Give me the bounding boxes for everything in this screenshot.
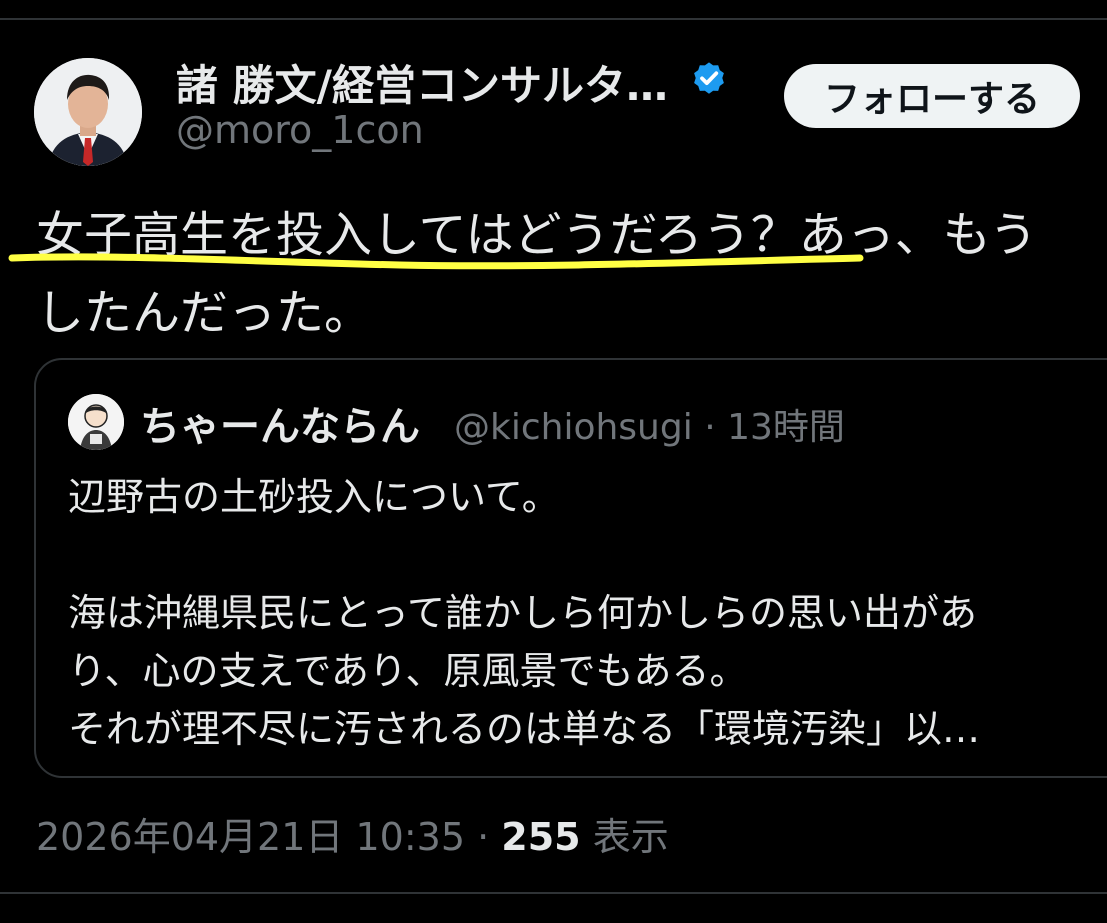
quoted-meta: @kichiohsugi · 13時間	[454, 398, 845, 450]
tweet-text-line: 女子高生を投入してはどうだろう？あっ、もう	[36, 207, 1038, 263]
tweet-text: 女子高生を投入してはどうだろう？あっ、もう したんだった。	[36, 196, 1107, 352]
verified-badge-icon[interactable]	[690, 60, 728, 98]
quoted-time-ago[interactable]: 13時間	[727, 407, 845, 448]
tweet-timestamp[interactable]: 2026年04月21日 10:35	[36, 815, 465, 859]
quoted-author-avatar[interactable]	[68, 394, 124, 450]
quoted-author-handle[interactable]: @kichiohsugi	[454, 407, 693, 448]
quoted-text-line: り、心の支えであり、原風景でもある。	[68, 649, 748, 693]
quoted-text-line: それが理不尽に汚されるのは単なる「環境汚染」以…	[68, 707, 981, 751]
views-label: 表示	[592, 815, 669, 859]
meta-separator: ·	[477, 815, 490, 859]
quoted-tweet-text: 辺野古の土砂投入について。 海は沖縄県民にとって誰かしら何かしらの思い出があ り…	[68, 468, 1107, 758]
author-avatar[interactable]	[34, 58, 142, 166]
bottom-divider	[0, 892, 1107, 894]
quoted-meta-separator: ·	[704, 407, 716, 448]
quoted-avatar-image	[68, 394, 124, 450]
views-count: 255	[501, 815, 581, 859]
quoted-text-line: 辺野古の土砂投入について。	[68, 475, 560, 519]
follow-button[interactable]: フォローする	[784, 64, 1080, 128]
quoted-text-line	[68, 526, 1107, 584]
tweet-text-line: したんだった。	[36, 285, 373, 341]
top-divider	[0, 18, 1107, 20]
author-avatar-image	[34, 58, 142, 166]
author-handle[interactable]: @moro_1con	[176, 108, 424, 152]
author-display-name[interactable]: 諸 勝文/経営コンサルタ…	[176, 52, 668, 113]
quoted-author-name[interactable]: ちゃーんならん	[140, 394, 420, 452]
quoted-tweet-card[interactable]: ちゃーんならん @kichiohsugi · 13時間 辺野古の土砂投入について…	[34, 358, 1107, 778]
quoted-text-line: 海は沖縄県民にとって誰かしら何かしらの思い出があ	[68, 591, 977, 635]
tweet-meta: 2026年04月21日 10:35 · 255 表示	[36, 806, 669, 861]
